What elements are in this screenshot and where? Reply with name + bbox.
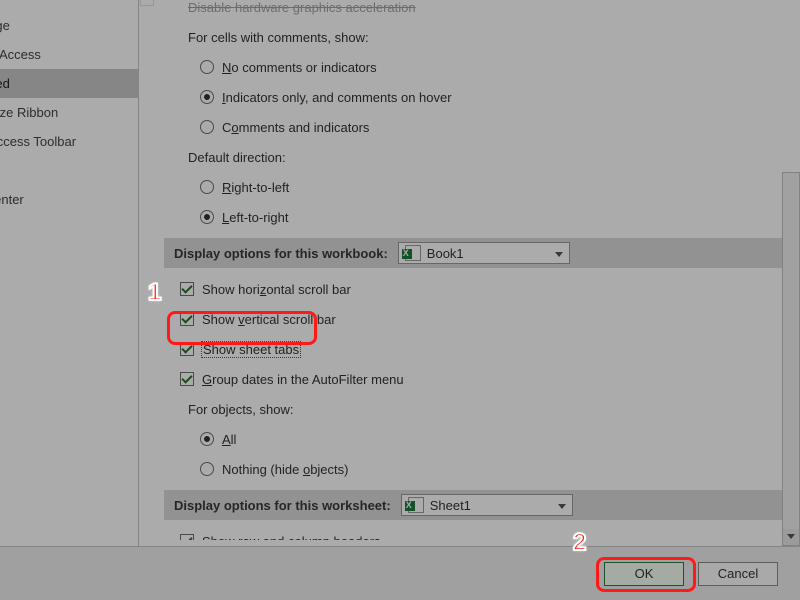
objects-group-label: For objects, show: [170, 394, 782, 424]
scroll-down-arrow-icon[interactable] [783, 529, 799, 545]
radio-icon [200, 432, 214, 446]
chk-vertical-scrollbar[interactable]: Show vertical scroll bar [170, 304, 782, 334]
label: Indicators only, and comments on hover [222, 90, 452, 105]
sidebar-item-ease-of-access[interactable]: Ease of Access [0, 40, 138, 69]
sidebar-item-save[interactable]: Save [0, 0, 138, 11]
label: Default direction: [188, 150, 286, 165]
options-sidebar: Save Language Ease of Access Advanced Cu… [0, 0, 139, 582]
selected-value: Sheet1 [430, 498, 471, 513]
sidebar-item-language[interactable]: Language [0, 11, 138, 40]
sidebar-item-quick-access-toolbar[interactable]: Quick Access Toolbar [0, 127, 138, 156]
label: For objects, show: [188, 402, 294, 417]
chk-show-sheet-tabs[interactable]: Show sheet tabs [170, 334, 782, 364]
workbook-select[interactable]: Book1 [398, 242, 570, 264]
chk-group-dates-autofilter[interactable]: Group dates in the AutoFilter menu [170, 364, 782, 394]
radio-icon [200, 180, 214, 194]
label: Disable hardware graphics acceleration [188, 0, 416, 15]
radio-icon [200, 60, 214, 74]
label: Show horizontal scroll bar [202, 282, 351, 297]
radio-right-to-left[interactable]: Right-to-left [170, 172, 782, 202]
checkbox-icon [180, 342, 194, 356]
chk-row-col-headers[interactable]: Show row and column headers [170, 526, 782, 540]
label: Group dates in the AutoFilter menu [202, 372, 404, 387]
section-title: Display options for this workbook: [174, 246, 388, 261]
checkbox-icon [180, 282, 194, 296]
label: Right-to-left [222, 180, 289, 195]
sidebar-item-add-ins[interactable]: Add-ins [0, 156, 138, 185]
dialog-button-bar: OK Cancel [0, 546, 800, 600]
content-scrollbar[interactable] [782, 172, 800, 546]
label: Comments and indicators [222, 120, 369, 135]
radio-icon [200, 210, 214, 224]
workbook-icon [405, 245, 421, 261]
comments-group-label: For cells with comments, show: [170, 22, 782, 52]
radio-left-to-right[interactable]: Left-to-right [170, 202, 782, 232]
radio-indicators-only[interactable]: Indicators only, and comments on hover [170, 82, 782, 112]
label: For cells with comments, show: [188, 30, 369, 45]
radio-icon [200, 120, 214, 134]
label: Left-to-right [222, 210, 288, 225]
sidebar-item-advanced[interactable]: Advanced [0, 69, 138, 98]
radio-icon [200, 90, 214, 104]
radio-objects-all[interactable]: All [170, 424, 782, 454]
label: Show row and column headers [202, 534, 381, 541]
opt-disable-hw-accel[interactable]: Disable hardware graphics acceleration [170, 0, 782, 22]
checkbox-icon [180, 372, 194, 386]
label: All [222, 432, 236, 447]
advanced-options-pane: Disable hardware graphics acceleration F… [140, 0, 792, 540]
section-display-worksheet: Display options for this worksheet: Shee… [164, 490, 786, 520]
selected-value: Book1 [427, 246, 464, 261]
options-dialog: Save Language Ease of Access Advanced Cu… [0, 0, 800, 600]
radio-objects-nothing[interactable]: Nothing (hide objects) [170, 454, 782, 484]
worksheet-icon [408, 497, 424, 513]
section-title: Display options for this worksheet: [174, 498, 391, 513]
sidebar-item-customize-ribbon[interactable]: Customize Ribbon [0, 98, 138, 127]
checkbox-icon [140, 0, 154, 6]
label: No comments or indicators [222, 60, 377, 75]
label: Nothing (hide objects) [222, 462, 348, 477]
radio-no-comments[interactable]: No comments or indicators [170, 52, 782, 82]
checkbox-icon [180, 312, 194, 326]
cancel-button[interactable]: Cancel [698, 562, 778, 586]
sidebar-item-trust-center[interactable]: Trust Center [0, 185, 138, 214]
label: Show vertical scroll bar [202, 312, 336, 327]
direction-group-label: Default direction: [170, 142, 782, 172]
label: Show sheet tabs [202, 342, 300, 357]
chk-horizontal-scrollbar[interactable]: Show horizontal scroll bar [170, 274, 782, 304]
radio-comments-and-indicators[interactable]: Comments and indicators [170, 112, 782, 142]
section-display-workbook: Display options for this workbook: Book1 [164, 238, 786, 268]
ok-button[interactable]: OK [604, 562, 684, 586]
worksheet-select[interactable]: Sheet1 [401, 494, 573, 516]
radio-icon [200, 462, 214, 476]
checkbox-icon [180, 534, 194, 540]
